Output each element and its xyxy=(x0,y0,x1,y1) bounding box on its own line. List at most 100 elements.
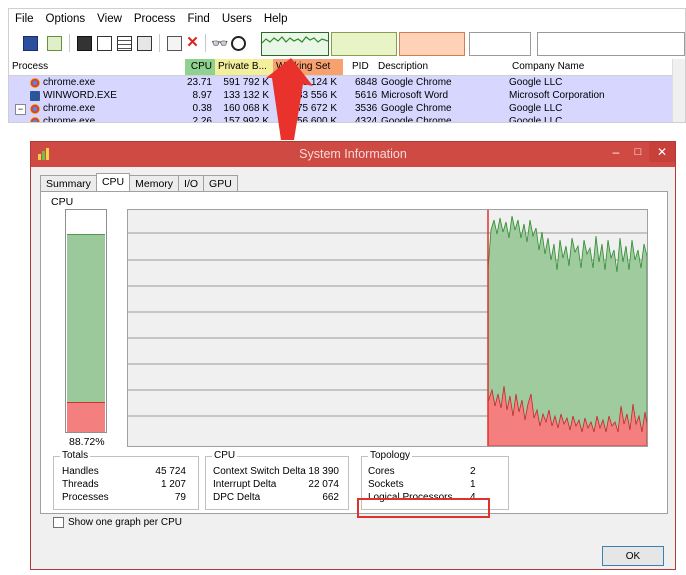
dll-icon[interactable] xyxy=(117,36,132,51)
menu-file[interactable]: File xyxy=(15,13,34,25)
toolbar-separator xyxy=(69,34,70,52)
properties-icon[interactable] xyxy=(97,36,112,51)
table-row[interactable]: chrome.exe 2.26 157 992 K 56 600 K 4324 … xyxy=(9,115,685,123)
minimize-button[interactable]: – xyxy=(605,142,627,162)
totals-title: Totals xyxy=(60,450,91,461)
kill-icon[interactable]: ✕ xyxy=(185,35,200,51)
kernel-usage-fill xyxy=(67,402,105,432)
process-private: 157 992 K xyxy=(223,116,269,123)
col-working-set[interactable]: Working Set xyxy=(273,59,343,75)
process-cpu: 23.71 xyxy=(186,77,212,88)
menu-process[interactable]: Process xyxy=(134,13,176,25)
menu-bar: File Options View Process Find Users Hel… xyxy=(9,9,685,29)
collapse-icon[interactable]: − xyxy=(15,104,26,115)
process-name: chrome.exe xyxy=(43,103,96,114)
process-pid: 6848 xyxy=(355,77,378,88)
process-explorer-window: File Options View Process Find Users Hel… xyxy=(8,8,686,123)
topology-title: Topology xyxy=(368,450,413,461)
topology-value: 1 xyxy=(470,479,476,490)
one-graph-per-cpu-option[interactable]: Show one graph per CPU xyxy=(53,517,182,528)
table-row[interactable]: chrome.exe 23.71 591 792 K 508 124 K 684… xyxy=(9,76,685,89)
menu-users[interactable]: Users xyxy=(222,13,252,25)
cpu-stat-label: Interrupt Delta xyxy=(213,479,277,490)
save-icon[interactable] xyxy=(23,36,38,51)
totals-label: Threads xyxy=(62,479,99,490)
io-mini-graph[interactable] xyxy=(469,32,531,56)
process-cpu: 8.97 xyxy=(192,90,212,101)
process-working: 83 556 K xyxy=(296,90,337,101)
col-company[interactable]: Company Name xyxy=(509,59,629,75)
topology-value: 2 xyxy=(470,466,476,477)
tab-cpu[interactable]: CPU xyxy=(95,173,131,191)
one-graph-per-cpu-label: Show one graph per CPU xyxy=(68,517,182,528)
totals-value: 45 724 xyxy=(155,466,186,477)
process-working: 56 600 K xyxy=(296,116,337,123)
menu-help[interactable]: Help xyxy=(264,13,288,25)
cpu-usage-meter xyxy=(65,209,107,433)
handles-icon[interactable] xyxy=(137,36,152,51)
toolbar: ✕ 👓 xyxy=(9,29,685,60)
menu-view[interactable]: View xyxy=(97,13,122,25)
process-description: Google Chrome xyxy=(381,116,452,123)
gpu-mini-graph[interactable] xyxy=(537,32,685,56)
process-private: 591 792 K xyxy=(223,77,269,88)
cpu-stats-title: CPU xyxy=(212,450,238,461)
totals-label: Handles xyxy=(62,466,99,477)
title-bar[interactable]: System Information – □ ✕ xyxy=(31,142,675,167)
cpu-stat-value: 22 074 xyxy=(308,479,339,490)
totals-group: Totals Handles 45 724 Threads 1 207 Proc… xyxy=(53,450,199,510)
tab-summary[interactable]: Summary xyxy=(40,175,97,191)
toolbar-separator xyxy=(159,34,160,52)
menu-options[interactable]: Options xyxy=(46,13,86,25)
col-pid[interactable]: PID xyxy=(349,59,375,75)
tab-io[interactable]: I/O xyxy=(178,175,205,191)
process-name: chrome.exe xyxy=(43,116,96,123)
table-row[interactable]: WINWORD.EXE 8.97 133 132 K 83 556 K 5616… xyxy=(9,89,685,102)
col-process[interactable]: Process xyxy=(9,59,185,75)
process-private: 133 132 K xyxy=(223,90,269,101)
ok-button[interactable]: OK xyxy=(602,546,664,566)
process-company: Google LLC xyxy=(509,116,563,123)
process-pid: 5616 xyxy=(355,90,378,101)
tab-memory[interactable]: Memory xyxy=(129,175,180,191)
totals-label: Processes xyxy=(62,492,109,503)
commit-mini-graph[interactable] xyxy=(331,32,397,56)
system-information-window: System Information – □ ✕ Summary CPU Mem… xyxy=(30,141,676,570)
topology-label: Cores xyxy=(368,466,395,477)
cpu-mini-graph[interactable] xyxy=(261,32,329,56)
process-company: Google LLC xyxy=(509,103,563,114)
crosshair-icon[interactable] xyxy=(231,36,246,51)
process-table-header: Process CPU Private B... Working Set PID… xyxy=(9,59,685,76)
process-private: 160 068 K xyxy=(223,103,269,114)
process-working: 75 672 K xyxy=(296,103,337,114)
cpu-meter-label: CPU xyxy=(51,196,74,208)
table-row[interactable]: − chrome.exe 0.38 160 068 K 75 672 K 353… xyxy=(9,102,685,115)
col-cpu[interactable]: CPU xyxy=(185,59,215,75)
cpu-stats-group: CPU Context Switch Delta 18 390 Interrup… xyxy=(205,450,349,510)
col-private-bytes[interactable]: Private B... xyxy=(215,59,273,75)
refresh-icon[interactable] xyxy=(47,36,62,51)
totals-value: 79 xyxy=(174,492,186,503)
process-cpu: 0.38 xyxy=(192,103,212,114)
menu-find[interactable]: Find xyxy=(187,13,209,25)
window-icon[interactable] xyxy=(77,36,92,51)
process-name: chrome.exe xyxy=(43,77,96,88)
cpu-stat-label: Context Switch Delta xyxy=(213,466,306,477)
close-button[interactable]: ✕ xyxy=(649,142,675,162)
tab-gpu[interactable]: GPU xyxy=(203,175,238,191)
target-icon[interactable] xyxy=(167,36,182,51)
col-description[interactable]: Description xyxy=(375,59,505,75)
physical-mini-graph[interactable] xyxy=(399,32,465,56)
maximize-button[interactable]: □ xyxy=(627,142,649,162)
totals-value: 1 207 xyxy=(160,479,186,490)
process-working: 508 124 K xyxy=(291,77,337,88)
find-icon[interactable]: 👓 xyxy=(211,36,228,51)
cpu-history-graph xyxy=(127,209,648,447)
window-title: System Information xyxy=(299,147,407,161)
logical-processors-highlight xyxy=(357,498,490,518)
process-description: Microsoft Word xyxy=(381,90,449,101)
chrome-icon xyxy=(30,104,40,114)
cpu-usage-percent: 88.72% xyxy=(69,436,105,448)
vertical-scrollbar[interactable] xyxy=(672,59,685,122)
one-graph-per-cpu-checkbox[interactable] xyxy=(53,517,64,528)
